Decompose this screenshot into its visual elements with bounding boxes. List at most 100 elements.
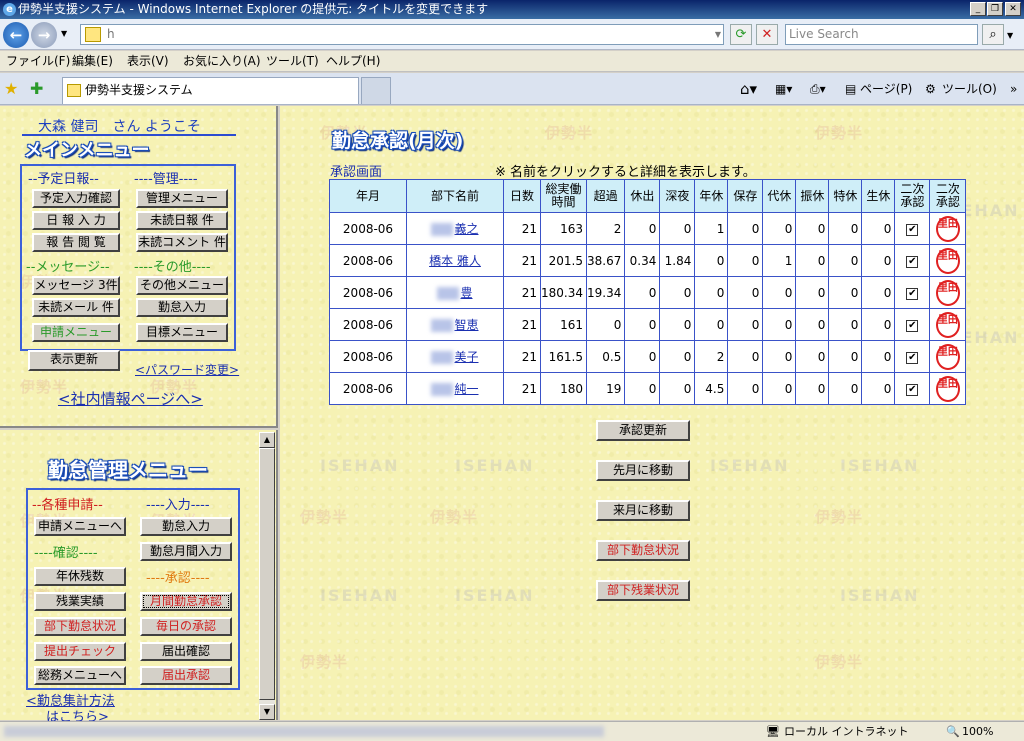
cell-employee-name: 豊 <box>406 276 504 309</box>
tab-title: 伊勢半支援システム <box>85 83 193 97</box>
report-view-button[interactable]: 報 告 閲 覧 <box>32 233 120 252</box>
sub-overtime-status-button[interactable]: 部下残業状況 <box>596 580 690 601</box>
cell-holiday-work: 0 <box>624 372 661 405</box>
to-general-menu-button[interactable]: 総務メニューへ <box>34 666 126 685</box>
menu-edit[interactable]: 編集(E) <box>72 51 113 72</box>
secondary-approval-checkbox[interactable]: ✔ <box>906 320 919 332</box>
scroll-thumb[interactable] <box>259 448 275 700</box>
sub-status-button[interactable]: 部下勤怠状況 <box>34 617 126 636</box>
new-tab-button[interactable] <box>361 77 391 104</box>
manage-menu-button[interactable]: 管理メニュー <box>136 189 228 208</box>
favorites-star-icon[interactable]: ★ <box>4 73 18 105</box>
leave-balance-button[interactable]: 年休残数 <box>34 567 126 586</box>
table-row: 2008-06 智恵 21 161 0 0 0 0 0 0 0 0 0 ✔ 里田 <box>329 308 967 341</box>
stop-icon[interactable]: ✕ <box>756 24 778 45</box>
scroll-up-icon[interactable]: ▲ <box>259 432 275 448</box>
notice-approve-button[interactable]: 届出承認 <box>140 666 232 685</box>
zoom-level[interactable]: 100% <box>962 722 993 741</box>
cell-over: 2 <box>585 212 626 245</box>
col-header: 二次承認 <box>929 179 967 213</box>
sub-attendance-status-button[interactable]: 部下勤怠状況 <box>596 540 690 561</box>
cell-holiday-work: 0 <box>624 308 661 341</box>
group-schedule-label: --予定日報-- <box>28 172 99 187</box>
secondary-approval-checkbox[interactable]: ✔ <box>906 224 919 236</box>
secondary-approval-checkbox[interactable]: ✔ <box>906 288 919 300</box>
print-icon[interactable]: ⎙▾ <box>810 73 826 105</box>
cell-late-night: 0 <box>659 276 696 309</box>
search-options-icon[interactable]: ▼ <box>1007 31 1013 40</box>
employee-name-link[interactable]: 豊 <box>460 286 472 300</box>
history-dropdown-icon[interactable]: ▼ <box>61 29 67 38</box>
employee-name-link[interactable]: 純一 <box>454 382 478 396</box>
overtime-record-button[interactable]: 残業実績 <box>34 592 126 611</box>
attendance-input-button[interactable]: 勤怠入力 <box>136 298 228 317</box>
schedule-confirm-button[interactable]: 予定入力確認 <box>32 189 120 208</box>
forward-button[interactable]: → <box>31 22 57 48</box>
redacted-surname <box>431 351 454 364</box>
password-change-link[interactable]: <パスワード変更> <box>135 361 239 378</box>
address-input[interactable]: h ▼ <box>80 24 724 45</box>
other-menu-button[interactable]: その他メニュー <box>136 276 228 295</box>
intranet-link[interactable]: <社内情報ページへ> <box>58 388 203 409</box>
home-icon[interactable]: ⌂▾ <box>740 73 757 105</box>
menu-file[interactable]: ファイル(F) <box>6 51 70 72</box>
daily-input-button[interactable]: 日 報 入 力 <box>32 211 120 230</box>
unread-comment-button[interactable]: 未読コメント 件 <box>136 233 228 252</box>
menu-help[interactable]: ヘルプ(H) <box>326 51 380 72</box>
address-dropdown-icon[interactable]: ▼ <box>715 25 721 44</box>
employee-name-link[interactable]: 橋本 雅人 <box>429 254 481 268</box>
search-input[interactable]: Live Search <box>785 24 978 45</box>
prev-month-button[interactable]: 先月に移動 <box>596 460 690 481</box>
cell-over: 19.34 <box>585 276 626 309</box>
main-menu-title: メインメニュー <box>24 140 150 161</box>
employee-name-link[interactable]: 智恵 <box>454 318 478 332</box>
approval-stamp: 里田 <box>935 311 960 338</box>
unread-mail-button[interactable]: 未読メール 件 <box>32 298 120 317</box>
search-icon[interactable]: ⌕ <box>982 24 1004 45</box>
menu-tools[interactable]: ツール(T) <box>266 51 319 72</box>
left-frame-scrollbar[interactable]: ▲ ▼ <box>259 432 275 720</box>
close-window-button[interactable]: ✕ <box>1005 2 1021 16</box>
cell-year-month: 2008-06 <box>329 276 407 309</box>
secondary-approval-checkbox[interactable]: ✔ <box>906 256 919 268</box>
cell-holiday-work: 0 <box>624 340 661 373</box>
refresh-display-button[interactable]: 表示更新 <box>28 350 120 371</box>
submit-check-button[interactable]: 提出チェック <box>34 642 126 661</box>
ie-logo-icon: e <box>3 3 16 16</box>
feeds-icon[interactable]: ▦▾ <box>775 73 792 105</box>
page-menu-button[interactable]: ページ(P) <box>860 73 912 105</box>
back-button[interactable]: ← <box>3 22 29 48</box>
secondary-approval-checkbox[interactable]: ✔ <box>906 352 919 364</box>
monthly-input-button[interactable]: 勤怠月間入力 <box>140 542 232 561</box>
to-apply-menu-button[interactable]: 申請メニューへ <box>34 517 126 536</box>
cell-approval-stamp: 里田 <box>929 308 967 341</box>
notice-confirm-button[interactable]: 届出確認 <box>140 642 232 661</box>
secondary-approval-checkbox[interactable]: ✔ <box>906 384 919 396</box>
message-button[interactable]: メッセージ 3件 <box>32 276 120 295</box>
menu-favorites[interactable]: お気に入り(A) <box>183 51 261 72</box>
tab-current[interactable]: 伊勢半支援システム <box>62 77 359 104</box>
attendance-input-button-2[interactable]: 勤怠入力 <box>140 517 232 536</box>
refresh-icon[interactable]: ⟳ <box>730 24 752 45</box>
unread-daily-button[interactable]: 未読日報 件 <box>136 211 228 230</box>
cell-late-night: 0 <box>659 308 696 341</box>
next-month-button[interactable]: 来月に移動 <box>596 500 690 521</box>
add-favorite-icon[interactable]: ✚ <box>30 73 43 105</box>
restore-button[interactable]: ❐ <box>987 2 1003 16</box>
tools-menu-button[interactable]: ツール(O) <box>942 73 997 105</box>
cell-approval-stamp: 里田 <box>929 212 967 245</box>
cell-transfer: 0 <box>795 212 830 245</box>
minimize-button[interactable]: _ <box>970 2 986 16</box>
goal-menu-button[interactable]: 目標メニュー <box>136 323 228 342</box>
scroll-down-icon[interactable]: ▼ <box>259 704 275 720</box>
more-chevron-icon[interactable]: » <box>1010 73 1017 105</box>
cell-approval-stamp: 里田 <box>929 372 967 405</box>
menu-view[interactable]: 表示(V) <box>127 51 169 72</box>
daily-approve-button[interactable]: 毎日の承認 <box>140 617 232 636</box>
approve-update-button[interactable]: 承認更新 <box>596 420 690 441</box>
apply-menu-button[interactable]: 申請メニュー <box>32 323 120 342</box>
monthly-approve-button[interactable]: 月間勤怠承認 <box>140 592 232 611</box>
employee-name-link[interactable]: 義之 <box>454 222 478 236</box>
watermark: 伊勢半 <box>815 124 864 142</box>
employee-name-link[interactable]: 美子 <box>454 350 478 364</box>
